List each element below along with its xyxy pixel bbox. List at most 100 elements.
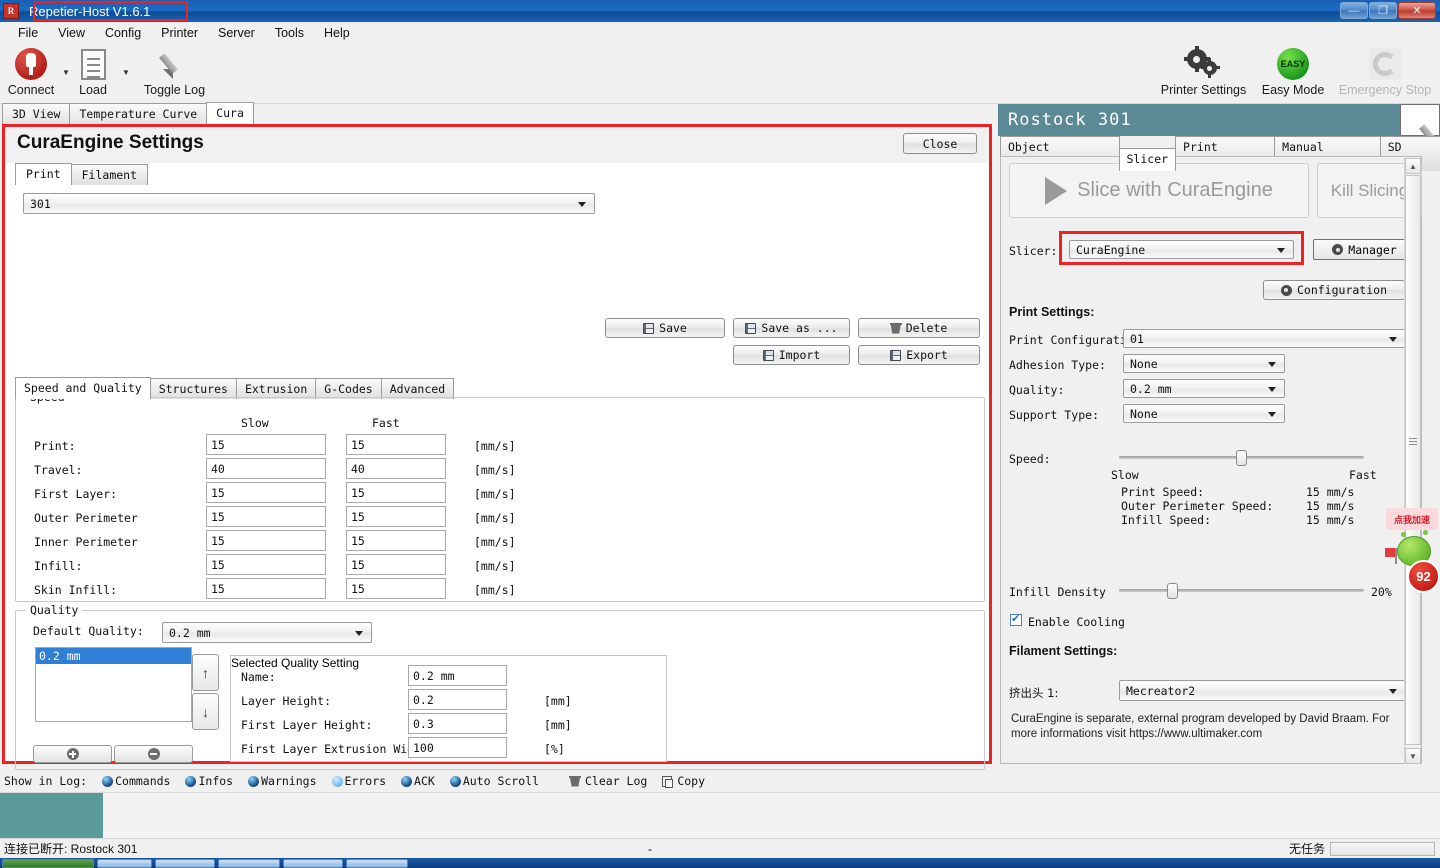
move-up-button[interactable]: ↑ [192, 654, 219, 691]
log-filter-auto-scroll[interactable]: Auto Scroll [450, 774, 539, 788]
speed-skin-infill-fast-input[interactable]: 15 [346, 578, 446, 599]
speed-travel-slow-input[interactable]: 40 [206, 458, 326, 479]
menu-item-file[interactable]: File [8, 23, 48, 43]
quality-select[interactable]: 0.2 mm [1123, 379, 1285, 398]
extruder-select[interactable]: Mecreator2 [1119, 680, 1406, 701]
default-quality-select[interactable]: 0.2 mm [162, 622, 372, 643]
log-filter-commands[interactable]: Commands [102, 774, 170, 788]
configuration-button[interactable]: Configuration [1263, 280, 1405, 300]
tab-3d-view[interactable]: 3D View [2, 103, 70, 124]
taskbar-item[interactable] [218, 859, 280, 868]
menu-item-view[interactable]: View [48, 23, 95, 43]
clear-log-button[interactable]: Clear Log [570, 774, 647, 788]
slicer-select[interactable]: CuraEngine [1069, 240, 1294, 259]
toolbar-connect[interactable]: Connect [0, 46, 62, 97]
start-button[interactable] [2, 859, 94, 868]
tab-extrusion[interactable]: Extrusion [236, 378, 316, 399]
delete-button[interactable]: Delete [858, 318, 980, 338]
tab-filament[interactable]: Filament [71, 164, 148, 185]
tab-print[interactable]: Print [15, 163, 72, 185]
taskbar-item[interactable] [155, 859, 215, 868]
toolbar-printer-settings[interactable]: Printer Settings [1152, 46, 1255, 97]
toolbar-easy-mode[interactable]: EASY Easy Mode [1258, 46, 1328, 97]
maximize-button[interactable]: ❐ [1369, 2, 1397, 19]
close-button[interactable]: Close [903, 133, 977, 154]
selected-quality-group: Selected Quality Setting Name: 0.2 mm La… [230, 655, 667, 762]
speed-print-fast-input[interactable]: 15 [346, 434, 446, 455]
add-quality-button[interactable] [33, 745, 112, 763]
adhesion-type-select[interactable]: None [1123, 354, 1285, 373]
speed-inner-perimeter-fast-input[interactable]: 15 [346, 530, 446, 551]
move-down-button[interactable]: ↓ [192, 693, 219, 730]
print-configuration-select[interactable]: 01 [1123, 329, 1406, 348]
quality-list-item[interactable]: 0.2 mm [36, 648, 191, 664]
export-button[interactable]: Export [858, 345, 980, 365]
taskbar-item[interactable] [97, 859, 152, 868]
tab-gcodes[interactable]: G-Codes [315, 378, 381, 399]
toolbar-load[interactable]: Load [62, 46, 124, 97]
toolbar-emergency-stop[interactable]: Emergency Stop [1330, 46, 1440, 97]
log-filter-ack[interactable]: ACK [401, 774, 435, 788]
speed-slider[interactable] [1119, 450, 1364, 464]
support-type-select[interactable]: None [1123, 404, 1285, 423]
load-dropdown-arrow-icon[interactable]: ▼ [122, 68, 130, 77]
speed-first-layer-fast-input[interactable]: 15 [346, 482, 446, 503]
tab-structures[interactable]: Structures [150, 378, 237, 399]
close-window-button[interactable]: ✕ [1398, 2, 1436, 19]
tab-speed-and-quality[interactable]: Speed and Quality [15, 377, 151, 399]
infill-density-slider[interactable] [1119, 583, 1364, 597]
tab-advanced[interactable]: Advanced [381, 378, 454, 399]
copy-log-button[interactable]: Copy [662, 774, 705, 788]
scroll-down-arrow-icon[interactable]: ▼ [1405, 748, 1421, 764]
scrollbar-thumb[interactable] [1405, 175, 1421, 745]
enable-cooling-checkbox[interactable] [1010, 614, 1022, 626]
taskbar-item[interactable] [283, 859, 343, 868]
profile-select[interactable]: 301 [23, 193, 595, 214]
slice-with-curaengine-button[interactable]: Slice with CuraEngine [1009, 163, 1309, 218]
speed-infill-fast-input[interactable]: 15 [346, 554, 446, 575]
menu-item-printer[interactable]: Printer [151, 23, 208, 43]
speed-infill-slow-input[interactable]: 15 [206, 554, 326, 575]
first-layer-extrusion-width-input[interactable]: 100 [408, 737, 507, 758]
speed-scale-fast: Fast [1349, 468, 1377, 482]
menu-item-tools[interactable]: Tools [265, 23, 314, 43]
save-button[interactable]: Save [605, 318, 725, 338]
speed-first-layer-slow-input[interactable]: 15 [206, 482, 326, 503]
tab-temperature-curve[interactable]: Temperature Curve [69, 103, 207, 124]
menu-item-config[interactable]: Config [95, 23, 151, 43]
taskbar-item[interactable] [346, 859, 408, 868]
toolbar-toggle-log[interactable]: Toggle Log [132, 46, 217, 97]
outer-perimeter-speed-label: Outer Perimeter Speed: [1121, 499, 1273, 513]
edit-printer-button[interactable] [1400, 104, 1440, 136]
menu-item-help[interactable]: Help [314, 23, 360, 43]
first-layer-height-input[interactable]: 0.3 [408, 713, 507, 734]
speed-row-unit: [mm/s] [474, 463, 516, 477]
tab-cura[interactable]: Cura [206, 102, 254, 124]
speed-row-unit: [mm/s] [474, 559, 516, 573]
speed-travel-fast-input[interactable]: 40 [346, 458, 446, 479]
speed-outer-perimeter-slow-input[interactable]: 15 [206, 506, 326, 527]
speed-inner-perimeter-slow-input[interactable]: 15 [206, 530, 326, 551]
minimize-button[interactable]: — [1340, 2, 1368, 19]
right-panel-scrollbar[interactable]: ▲ ▼ [1404, 158, 1420, 764]
menu-item-server[interactable]: Server [208, 23, 265, 43]
manager-button[interactable]: Manager [1313, 239, 1416, 260]
infill-slider-thumb[interactable] [1167, 583, 1178, 599]
log-filter-errors[interactable]: Errors [332, 774, 387, 788]
log-filter-infos[interactable]: Infos [185, 774, 233, 788]
quality-name-input[interactable]: 0.2 mm [408, 665, 507, 686]
speed-skin-infill-slow-input[interactable]: 15 [206, 578, 326, 599]
speed-slider-thumb[interactable] [1236, 450, 1247, 466]
import-button[interactable]: Import [733, 345, 850, 365]
remove-quality-button[interactable] [114, 745, 193, 763]
quality-list[interactable]: 0.2 mm [35, 647, 192, 722]
speed-print-slow-input[interactable]: 15 [206, 434, 326, 455]
tab-slicer[interactable]: Slicer [1119, 148, 1177, 171]
layer-height-input[interactable]: 0.2 [408, 689, 507, 710]
save-as-button[interactable]: Save as ... [733, 318, 850, 338]
log-filter-warnings[interactable]: Warnings [248, 774, 316, 788]
adhesion-type-value: None [1130, 357, 1158, 371]
log-output-area[interactable] [0, 792, 1440, 838]
scroll-up-arrow-icon[interactable]: ▲ [1405, 158, 1421, 174]
speed-outer-perimeter-fast-input[interactable]: 15 [346, 506, 446, 527]
